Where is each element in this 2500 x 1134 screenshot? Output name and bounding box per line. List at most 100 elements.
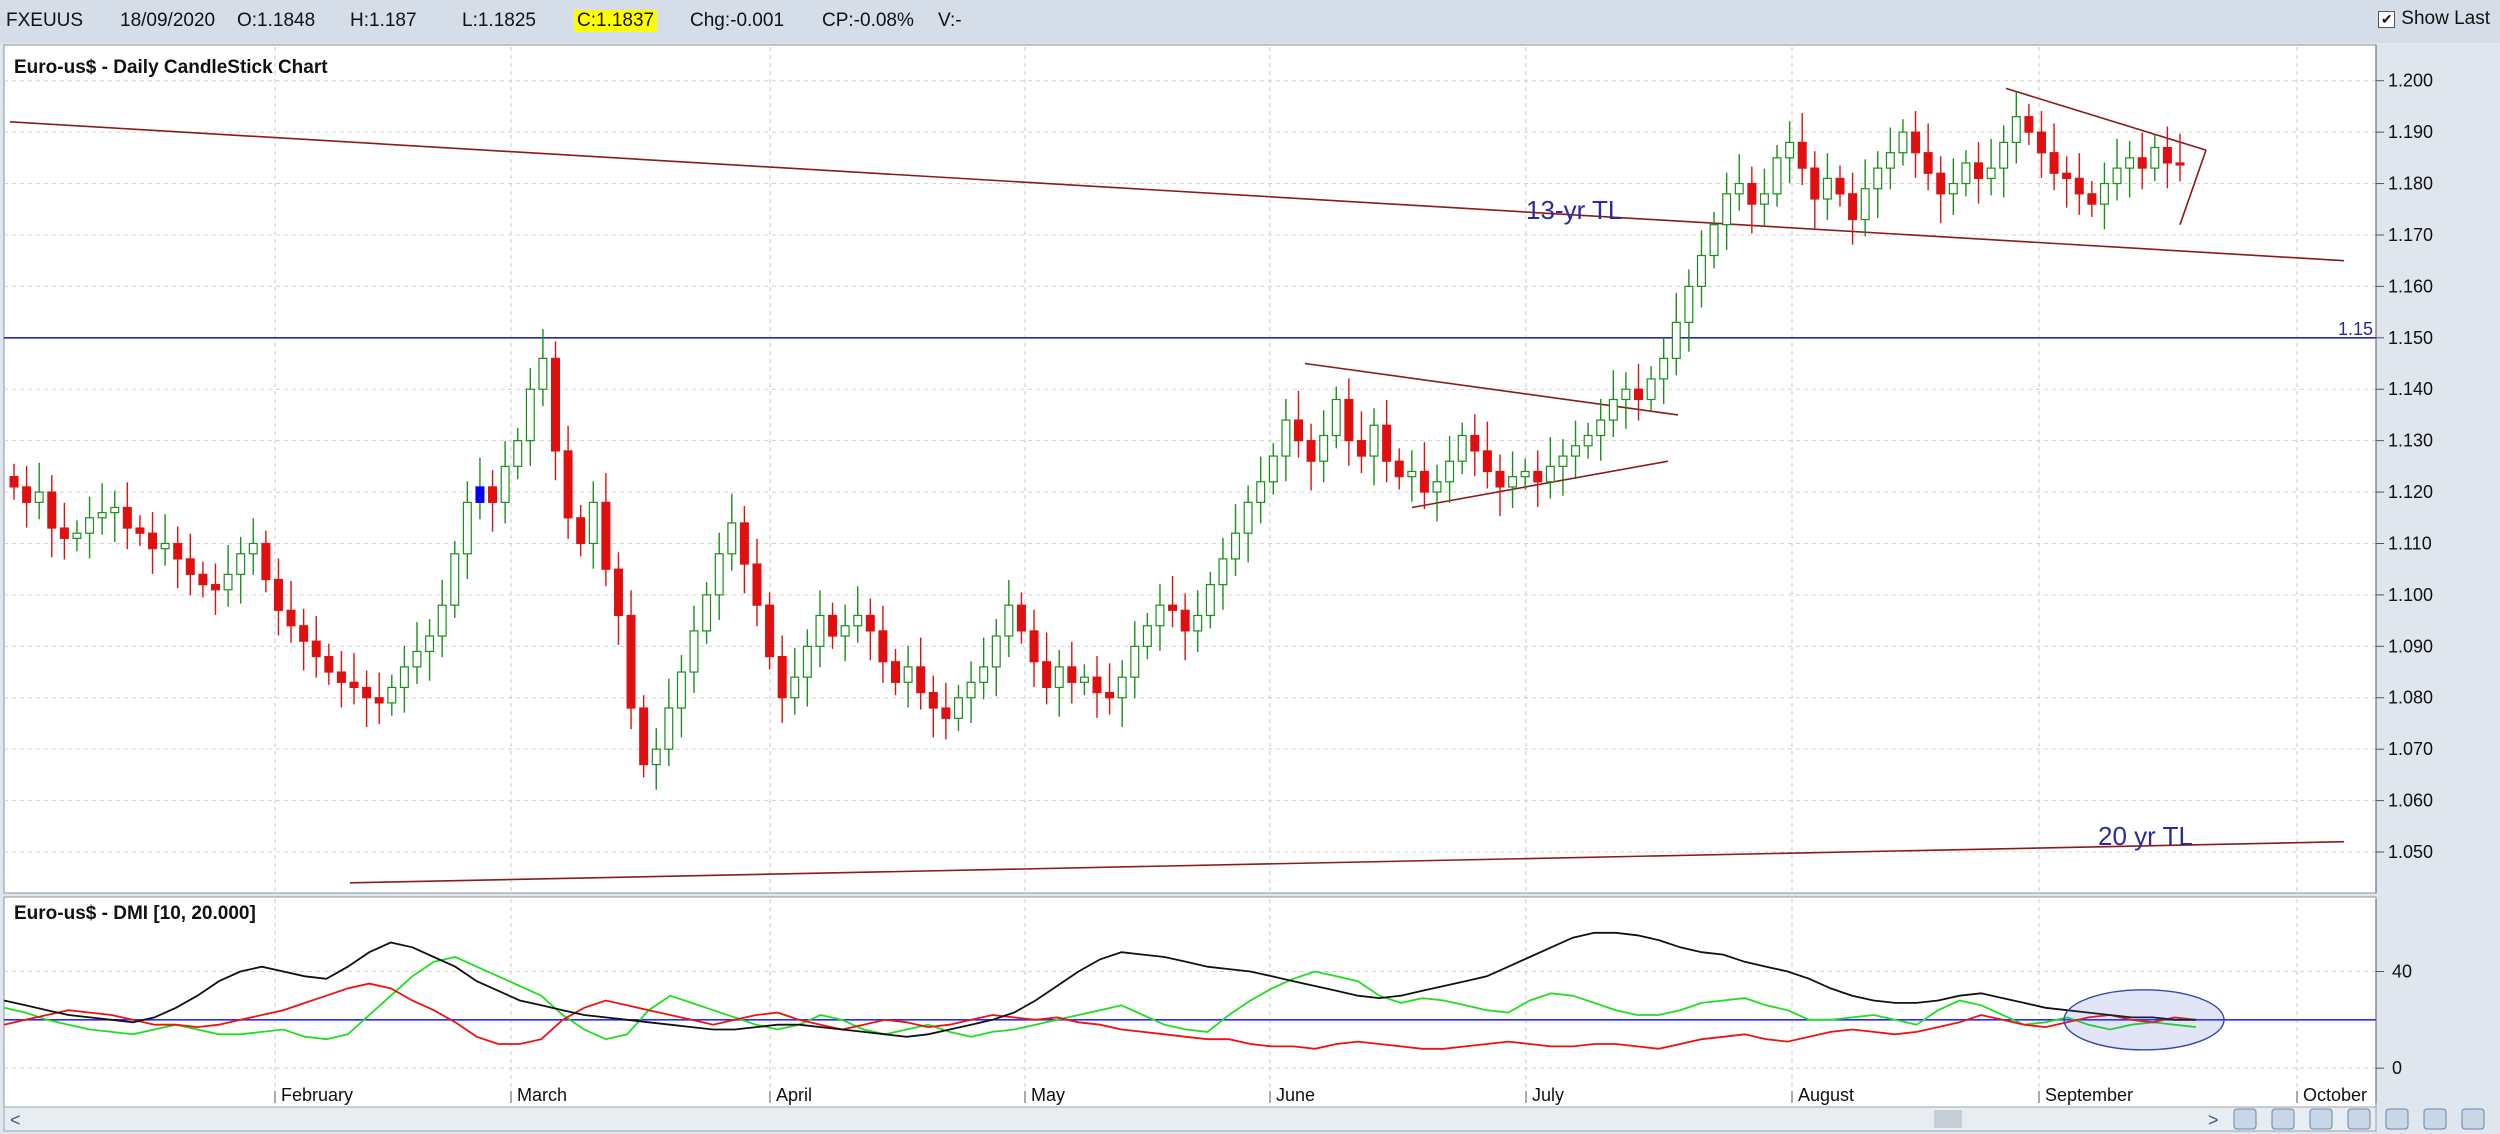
candle-body — [1696, 254, 1706, 287]
price-tick-label: 1.200 — [2388, 71, 2433, 91]
x-tick-label: March — [517, 1085, 567, 1105]
candle-body — [198, 573, 208, 586]
candle-body — [1633, 388, 1644, 401]
change-label: Chg:-0.001 — [690, 10, 785, 31]
time-scrollbar[interactable] — [3, 1106, 2377, 1132]
candle-body — [1419, 470, 1429, 493]
candle-body — [1495, 470, 1505, 488]
candle-body — [2150, 146, 2160, 169]
show-last-toggle[interactable]: ✔ Show Last — [2378, 8, 2490, 30]
x-tick-label: June — [1276, 1085, 1315, 1105]
candle-body — [1734, 182, 1744, 195]
candle-body — [450, 553, 460, 606]
candle-body — [47, 491, 57, 529]
candle-body — [1646, 378, 1656, 401]
candle-body — [953, 697, 963, 719]
next-icon[interactable] — [2461, 1108, 2485, 1130]
candle-body — [1042, 661, 1052, 689]
annotation-20yr-tl: 20 yr TL — [2098, 821, 2193, 851]
candle-body — [790, 676, 800, 699]
zoom-out-icon[interactable] — [2271, 1108, 2295, 1130]
candle-body — [1558, 455, 1568, 467]
change-pct-label: CP:-0.08% — [822, 10, 914, 31]
low-label: L:1.1825 — [462, 10, 536, 31]
candle-body — [1130, 645, 1140, 678]
candle-body — [1142, 625, 1152, 647]
candle-body — [928, 692, 938, 709]
candle-body — [1797, 141, 1807, 169]
candle-body — [1508, 476, 1518, 488]
candle-body — [374, 697, 384, 704]
candle-body — [22, 486, 32, 503]
candle-body — [2137, 157, 2147, 169]
candle-body — [1621, 388, 1631, 401]
candle-body — [261, 542, 271, 581]
candle-body — [59, 527, 69, 539]
candle-body — [2074, 177, 2084, 195]
candle-body — [362, 686, 372, 699]
dmi-pane — [3, 896, 2377, 1124]
candle-body — [336, 671, 346, 683]
price-tick-label: 1.060 — [2388, 791, 2433, 811]
candle-body — [588, 501, 598, 545]
show-last-checkbox[interactable]: ✔ — [2378, 10, 2396, 28]
candle-body — [1394, 460, 1404, 478]
candle-body — [878, 630, 888, 663]
candle-body — [815, 614, 825, 647]
candle-body — [651, 748, 661, 766]
first-page-icon[interactable] — [2385, 1108, 2409, 1130]
previous-icon[interactable] — [2423, 1108, 2447, 1130]
candle-body — [2112, 167, 2122, 185]
fit-icon[interactable] — [2347, 1108, 2371, 1130]
candle-body — [286, 609, 296, 627]
candle-body — [1596, 419, 1606, 437]
candle-body — [1193, 614, 1203, 632]
candle-body — [1848, 193, 1858, 221]
candle-body — [1911, 131, 1921, 154]
price-tick-label: 1.170 — [2388, 225, 2433, 245]
candle-body — [613, 568, 623, 617]
scrollbar-thumb[interactable] — [1934, 1110, 1962, 1128]
candle-body — [979, 666, 989, 683]
candle-body — [1231, 532, 1241, 560]
candle-body — [1709, 224, 1719, 257]
candle-body — [160, 542, 170, 550]
candle-body — [1470, 434, 1480, 452]
price-tick-label: 1.070 — [2388, 739, 2433, 759]
zoom-in-icon[interactable] — [2233, 1108, 2257, 1130]
candle-body — [2162, 146, 2172, 164]
candle-body — [1344, 398, 1354, 442]
candle-body — [840, 625, 850, 637]
candle-body — [1319, 434, 1329, 462]
candle-body — [1356, 440, 1366, 457]
candle-body — [1923, 152, 1933, 174]
candle-body — [122, 506, 132, 529]
candle-body — [248, 542, 258, 555]
candle-body — [1659, 357, 1669, 380]
scroll-left-icon[interactable]: < — [10, 1110, 21, 1130]
candle-body — [991, 635, 1001, 668]
candle-body — [1117, 676, 1127, 699]
export-icon[interactable] — [2309, 1108, 2333, 1130]
candle-body — [865, 614, 875, 632]
candle-body — [1822, 177, 1832, 200]
candle-body — [72, 532, 82, 539]
candle-body — [1407, 470, 1417, 478]
candle-body — [802, 645, 812, 678]
candle-body — [1306, 440, 1316, 462]
candle-body — [1747, 182, 1757, 205]
candle-body — [475, 486, 485, 503]
scroll-right-icon[interactable]: > — [2208, 1110, 2219, 1130]
candle-body — [500, 465, 510, 503]
candle-body — [1016, 604, 1026, 632]
x-tick-label: February — [281, 1085, 353, 1105]
candle-body — [1432, 481, 1442, 493]
candle-body — [1936, 172, 1946, 195]
candle-body — [739, 522, 749, 565]
candle-body — [626, 614, 636, 709]
candle-body — [185, 558, 195, 575]
price-tick-label: 1.180 — [2388, 174, 2433, 194]
candle-body — [1268, 455, 1278, 483]
candle-body — [689, 630, 699, 673]
candle-body — [903, 666, 913, 683]
